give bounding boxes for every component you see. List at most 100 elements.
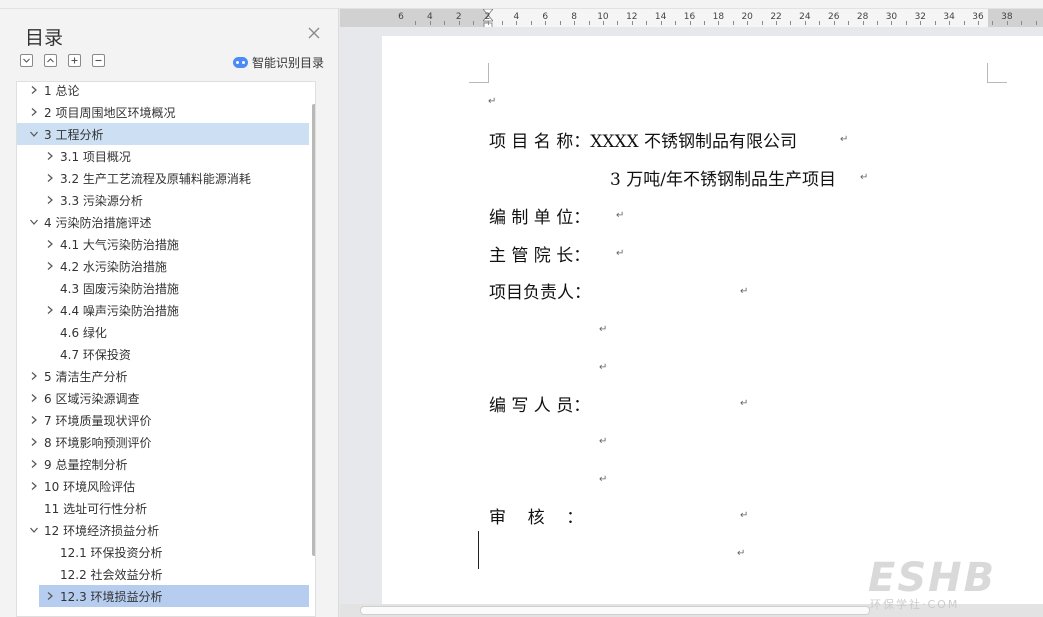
toc-item-label: 4 污染防治措施评述 [44, 215, 152, 230]
chevron-right-icon[interactable] [27, 82, 41, 101]
toc-item[interactable]: 4.6 绿化 [17, 321, 309, 343]
ruler-tick [1006, 21, 1008, 25]
toc-item-label: 12 环境经济损益分析 [44, 523, 160, 538]
toc-item-label: 4.1 大气污染防治措施 [60, 237, 179, 252]
paragraph-mark: ↵ [599, 474, 608, 485]
chevron-right-icon[interactable] [27, 387, 41, 409]
ruler-tick [891, 21, 893, 25]
chevron-right-icon[interactable] [27, 453, 41, 475]
toc-item-label: 3 工程分析 [44, 127, 104, 142]
toc-item[interactable]: 4.1 大气污染防治措施 [17, 233, 309, 255]
paragraph-mark: ↵ [599, 324, 608, 335]
horizontal-ruler[interactable]: 6 4 2 2 4 6 8 10 12 14 16 18 20 22 24 26 28 30 32 34 36 38 [340, 9, 1043, 30]
toc-item[interactable]: 9 总量控制分析 [17, 453, 309, 475]
toc-item[interactable]: 6 区域污染源调查 [17, 387, 309, 409]
ruler-tick [1035, 21, 1037, 25]
toc-item[interactable]: 4.3 固废污染防治措施 [17, 277, 309, 299]
chevron-down-icon[interactable] [27, 519, 41, 541]
horizontal-scrollbar-thumb[interactable] [360, 606, 870, 615]
chevron-right-icon[interactable] [27, 365, 41, 387]
toc-item[interactable]: 4.2 水污染防治措施 [17, 255, 309, 277]
ruler-tick [631, 21, 633, 25]
toc-item[interactable]: 11 选址可行性分析 [17, 497, 309, 519]
smart-recognize-toc-button[interactable]: 智能识别目录 [233, 54, 324, 71]
ruler-tick [574, 21, 576, 25]
toc-item[interactable]: 4.4 噪声污染防治措施 [17, 299, 309, 321]
ruler-tick [718, 21, 720, 25]
ruler-tick [963, 21, 965, 25]
toc-title: 目录 [25, 27, 64, 49]
chevron-right-icon[interactable] [43, 299, 57, 321]
paragraph-mark: ↵ [599, 436, 608, 447]
toc-item-label: 4.7 环保投资 [60, 347, 131, 362]
ruler-tick [992, 21, 994, 25]
ruler-tick [732, 21, 734, 25]
ruler-tick [429, 21, 431, 25]
paragraph-mark: ↵ [840, 134, 849, 145]
expand-all-icon[interactable] [68, 54, 81, 67]
chevron-right-icon[interactable] [43, 145, 57, 167]
document-page[interactable]: ↵ 项 目 名 称：XXXX 不锈钢制品有限公司 ↵ 3 万吨/年不锈钢制品生产… [382, 36, 1043, 608]
collapse-up-icon[interactable] [44, 54, 57, 67]
toc-item[interactable]: 12.1 环保投资分析 [17, 541, 309, 563]
toc-item[interactable]: 8 环境影响预测评价 [17, 431, 309, 453]
ruler-tick [1021, 21, 1023, 25]
close-icon[interactable] [306, 25, 322, 41]
chevron-right-icon[interactable] [43, 585, 57, 607]
toc-item-label: 9 总量控制分析 [44, 457, 128, 472]
writers-line: 编 写 人 员： [489, 396, 591, 416]
toc-item[interactable]: 12.3 环境损益分析 [39, 585, 309, 607]
toc-item-label: 3.2 生产工艺流程及原辅料能源消耗 [60, 171, 251, 186]
ruler-tick [516, 21, 518, 25]
toc-item-label: 12.3 环境损益分析 [60, 589, 163, 604]
chevron-right-icon[interactable] [43, 189, 57, 211]
ruler-tick [978, 21, 979, 25]
document-canvas[interactable]: ↵ 项 目 名 称：XXXX 不锈钢制品有限公司 ↵ 3 万吨/年不锈钢制品生产… [340, 27, 1043, 617]
ruler-tick [530, 21, 532, 25]
toc-item[interactable]: 2 项目周围地区环境概况 [17, 101, 309, 123]
expand-down-icon[interactable] [20, 54, 33, 67]
ruler-tick [473, 21, 475, 25]
ruler-tick [862, 21, 864, 25]
toc-item[interactable]: 1 总论 [17, 82, 309, 101]
collapse-all-icon[interactable] [92, 54, 105, 67]
toc-item-label: 3.1 项目概况 [60, 149, 131, 164]
chevron-right-icon[interactable] [27, 475, 41, 497]
toc-item[interactable]: 10 环境风险评估 [17, 475, 309, 497]
toc-item[interactable]: 3.3 污染源分析 [17, 189, 309, 211]
chevron-right-icon[interactable] [43, 255, 57, 277]
chevron-down-icon[interactable] [27, 211, 41, 233]
ruler-tick [617, 21, 619, 25]
toc-item-label: 7 环境质量现状评价 [44, 413, 152, 428]
chevron-right-icon[interactable] [43, 167, 57, 189]
toc-item[interactable]: 12.2 社会效益分析 [17, 563, 309, 585]
toc-item[interactable]: 3 工程分析 [17, 123, 309, 145]
toc-item[interactable]: 3.1 项目概况 [17, 145, 309, 167]
chevron-right-icon[interactable] [27, 431, 41, 453]
toc-item[interactable]: 4.7 环保投资 [17, 343, 309, 365]
toc-item[interactable]: 7 环境质量现状评价 [17, 409, 309, 431]
toc-item-label: 4.3 固废污染防治措施 [60, 281, 179, 296]
toc-item[interactable]: 4 污染防治措施评述 [17, 211, 309, 233]
toc-scrollbar[interactable] [312, 104, 315, 556]
toc-tree: 1 总论 2 项目周围地区环境概况 3 工程分析 3.1 项目概况 3.2 生产工艺流程… [16, 81, 316, 617]
toc-item[interactable]: 12 环境经济损益分析 [17, 519, 309, 541]
ruler-tick [675, 21, 677, 25]
toc-item[interactable]: 5 清洁生产分析 [17, 365, 309, 387]
paragraph-mark: ↵ [740, 510, 749, 521]
toc-item[interactable]: 3.2 生产工艺流程及原辅料能源消耗 [17, 167, 309, 189]
chevron-down-icon[interactable] [27, 123, 41, 145]
chevron-right-icon[interactable] [43, 233, 57, 255]
paragraph-mark: ↵ [599, 362, 608, 373]
ruler-tick [660, 21, 662, 25]
paragraph-mark: ↵ [860, 172, 869, 183]
paragraph-mark: ↵ [616, 248, 625, 259]
chevron-right-icon[interactable] [27, 101, 41, 123]
ruler-tick [545, 21, 547, 25]
chevron-right-icon[interactable] [27, 409, 41, 431]
ruler-tick [934, 21, 936, 25]
ruler-tick [689, 21, 691, 25]
ruler-tick [602, 21, 604, 25]
ruler-tick [776, 21, 778, 25]
paragraph-mark: ↵ [740, 286, 749, 297]
